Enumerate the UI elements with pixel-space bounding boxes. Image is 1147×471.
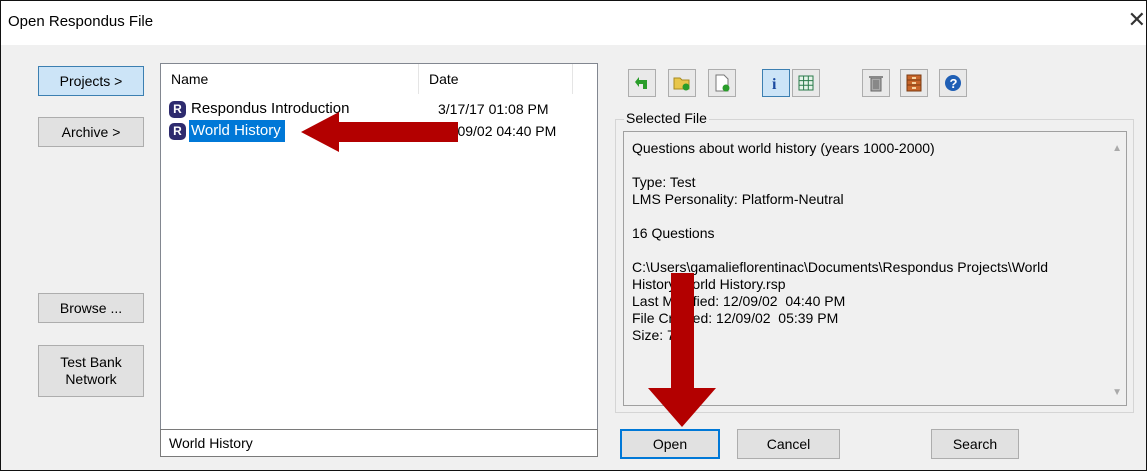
down-arrow-icon — [648, 273, 716, 427]
annotation-overlay — [301, 112, 716, 427]
open-file-dialog: Open Respondus File ✕ Projects > Archive… — [0, 0, 1147, 471]
left-arrow-icon — [301, 112, 458, 152]
